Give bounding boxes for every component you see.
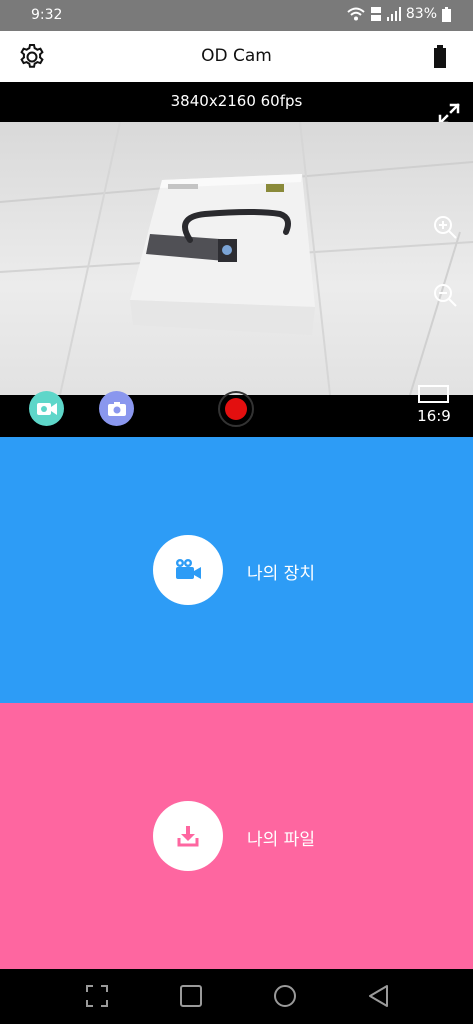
zoom-out-icon	[434, 284, 457, 307]
photo-mode-button[interactable]	[99, 391, 134, 426]
zoom-out-button[interactable]	[432, 282, 458, 308]
camera-control-bar: 16:9	[0, 385, 473, 437]
video-mode-button[interactable]	[29, 391, 64, 426]
app-bar: OD Cam	[0, 31, 473, 82]
video-mode-icon	[36, 402, 57, 415]
recents-button[interactable]	[178, 983, 204, 1009]
battery-percent: 83%	[405, 6, 437, 22]
camera-battery-indicator	[432, 44, 448, 70]
battery-icon	[434, 45, 446, 68]
data-icon	[370, 7, 381, 21]
preview-image	[0, 122, 473, 395]
home-button[interactable]	[272, 983, 298, 1009]
home-icon	[274, 985, 296, 1007]
recents-icon	[180, 985, 202, 1007]
record-button[interactable]	[218, 391, 254, 427]
battery-icon	[442, 6, 451, 22]
status-icons: 83%	[347, 6, 451, 22]
back-button[interactable]	[366, 983, 392, 1009]
zoom-in-button[interactable]	[432, 214, 458, 240]
system-nav-bar	[0, 969, 473, 1024]
video-camera-icon	[176, 559, 201, 579]
download-icon	[177, 826, 199, 847]
screenshot-icon	[86, 985, 108, 1007]
my-device-label: 나의 장치	[247, 564, 315, 584]
status-time: 9:32	[31, 7, 63, 23]
back-icon	[369, 985, 388, 1007]
my-device-icon-circle	[153, 535, 223, 605]
status-bar: 9:32 83%	[0, 0, 473, 31]
wifi-icon	[347, 7, 365, 21]
aspect-ratio-button[interactable]: 16:9	[414, 385, 454, 429]
record-icon	[225, 398, 247, 420]
my-files-panel[interactable]: 나의 파일	[0, 703, 473, 969]
aspect-ratio-label: 16:9	[417, 407, 451, 425]
resolution-label: 3840x2160 60fps	[170, 92, 303, 110]
aspect-ratio-icon	[418, 385, 449, 403]
my-files-icon-circle	[153, 801, 223, 871]
camera-preview[interactable]	[0, 122, 473, 395]
zoom-in-icon	[434, 216, 457, 239]
photo-mode-icon	[107, 401, 126, 416]
signal-icon	[386, 7, 401, 21]
resolution-bar: 3840x2160 60fps	[0, 82, 473, 125]
app-title: OD Cam	[201, 46, 272, 66]
my-device-panel[interactable]: 나의 장치	[0, 437, 473, 703]
my-files-label: 나의 파일	[247, 830, 315, 850]
screenshot-button[interactable]	[84, 983, 110, 1009]
